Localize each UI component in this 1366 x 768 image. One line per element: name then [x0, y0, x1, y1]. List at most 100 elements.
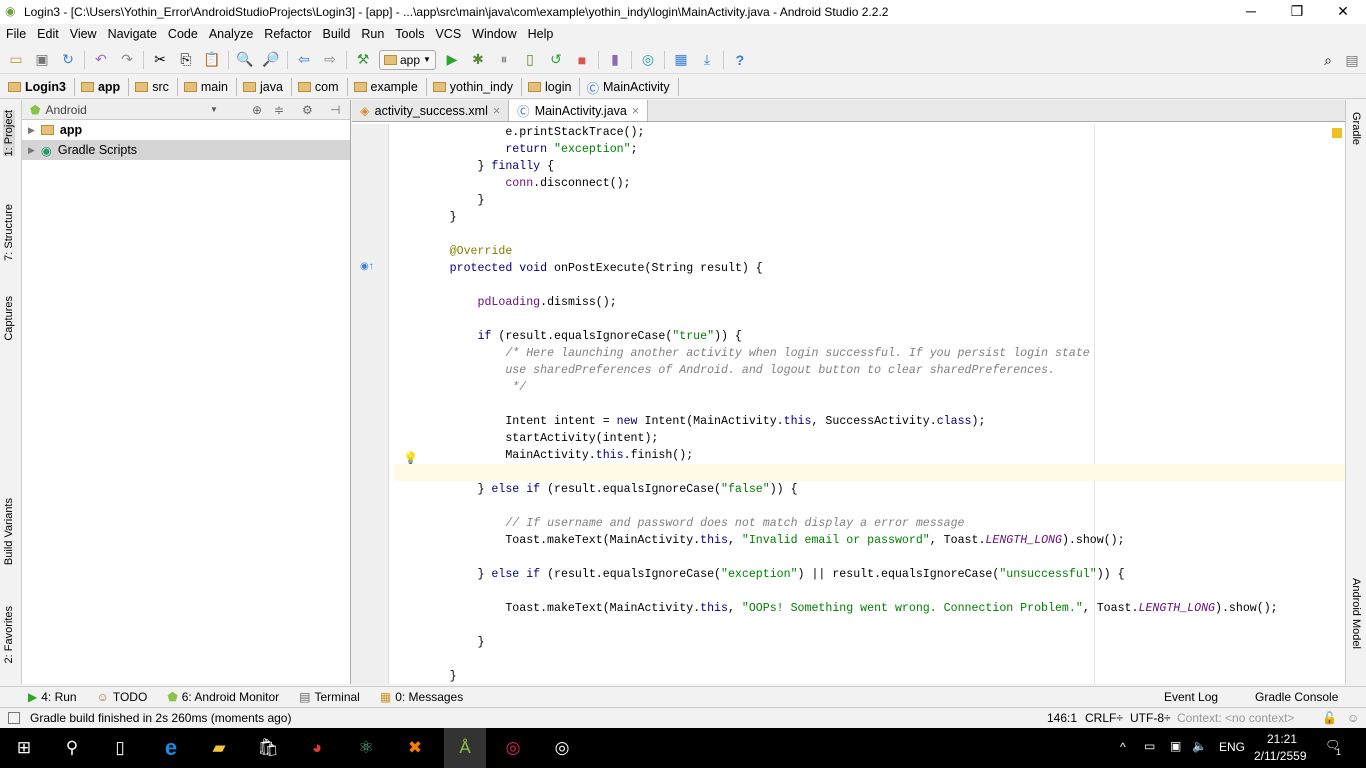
- edge-icon[interactable]: e: [155, 733, 187, 763]
- project-structure-icon[interactable]: ▦: [671, 50, 691, 70]
- redo-icon[interactable]: ↷: [117, 50, 137, 70]
- chevron-down-icon[interactable]: ▼: [210, 105, 218, 114]
- tab-main-activity-java[interactable]: Ⓒ MainActivity.java ×: [509, 100, 649, 121]
- tab-activity-success-xml[interactable]: ◈ activity_success.xml ×: [352, 100, 510, 121]
- task-view-icon[interactable]: ▯: [104, 733, 136, 763]
- tab-build-variants[interactable]: Build Variants: [3, 498, 15, 565]
- run-config-select[interactable]: app ▼: [379, 49, 436, 70]
- tab-structure[interactable]: 7: Structure: [3, 204, 15, 261]
- android-studio-taskbar-icon[interactable]: Å: [444, 728, 486, 768]
- tool-tab-gradle-console[interactable]: Gradle Console: [1255, 690, 1338, 704]
- back-icon[interactable]: ⇦: [294, 50, 314, 70]
- chrome-icon[interactable]: ◕: [301, 733, 333, 763]
- breadcrumb-item[interactable]: com: [297, 78, 348, 96]
- start-icon[interactable]: ⊞: [8, 733, 40, 763]
- analysis-status-icon[interactable]: [1332, 128, 1342, 138]
- show-hidden-icons[interactable]: ^: [1120, 740, 1126, 754]
- breadcrumb-item[interactable]: src: [135, 78, 178, 96]
- toggle-tool-windows-icon[interactable]: [8, 712, 20, 724]
- clock-date[interactable]: 2/11/2559: [1254, 749, 1307, 763]
- menu-build[interactable]: Build: [323, 27, 351, 41]
- tree-item-gradle-scripts[interactable]: ▶ ◉ Gradle Scripts: [22, 140, 350, 160]
- tool-tab-todo[interactable]: ☺ TODO: [97, 690, 148, 704]
- power-icon[interactable]: ▭: [1144, 739, 1155, 753]
- file-encoding[interactable]: UTF-8÷: [1130, 711, 1171, 725]
- gear-icon[interactable]: ⚙: [302, 103, 313, 117]
- menu-navigate[interactable]: Navigate: [108, 27, 157, 41]
- attach-debugger-icon[interactable]: ⏸: [494, 50, 514, 70]
- menu-help[interactable]: Help: [528, 27, 554, 41]
- volume-icon[interactable]: 🔈: [1192, 739, 1207, 753]
- minimize-button[interactable]: ─: [1228, 0, 1274, 24]
- stop-icon[interactable]: ■: [572, 50, 592, 70]
- tab-gradle[interactable]: Gradle: [1350, 112, 1362, 145]
- save-icon[interactable]: ▣: [32, 50, 52, 70]
- scroll-from-source-icon[interactable]: ⊕: [252, 103, 262, 117]
- menu-tools[interactable]: Tools: [395, 27, 424, 41]
- breadcrumb-item[interactable]: main: [183, 78, 237, 96]
- close-button[interactable]: ✕: [1320, 0, 1366, 24]
- cut-icon[interactable]: ✂: [150, 50, 170, 70]
- replace-icon[interactable]: 🔎: [261, 50, 281, 70]
- file-explorer-icon[interactable]: ▰: [203, 733, 235, 763]
- tool-tab-run[interactable]: ▶ 4: Run: [28, 690, 77, 704]
- search-everywhere-icon[interactable]: ⌕: [1318, 50, 1338, 70]
- editor-gutter[interactable]: ◉↑ 💡: [352, 124, 418, 684]
- restore-button[interactable]: ❐: [1274, 0, 1320, 24]
- app-icon-2[interactable]: ◎: [546, 733, 578, 763]
- tree-item-app[interactable]: ▶ app: [22, 120, 350, 140]
- rerun-icon[interactable]: ↺: [546, 50, 566, 70]
- clock-time[interactable]: 21:21: [1267, 732, 1297, 746]
- expand-icon[interactable]: ▶: [28, 145, 35, 156]
- make-project-icon[interactable]: ⚒: [353, 50, 373, 70]
- inspector-icon[interactable]: ☺: [1347, 711, 1359, 725]
- tool-tab-event-log[interactable]: Event Log: [1164, 690, 1218, 704]
- tab-favorites[interactable]: 2: Favorites: [3, 606, 15, 663]
- layout-icon[interactable]: ▤: [1342, 50, 1362, 70]
- menu-analyze[interactable]: Analyze: [209, 27, 253, 41]
- breadcrumb-item[interactable]: yothin_indy: [432, 78, 523, 96]
- expand-icon[interactable]: ▶: [28, 125, 35, 136]
- tab-captures[interactable]: Captures: [3, 296, 15, 341]
- close-tab-icon[interactable]: ×: [632, 104, 639, 118]
- atom-icon[interactable]: ⚛: [350, 733, 382, 763]
- lock-icon[interactable]: 🔓: [1322, 711, 1337, 725]
- forward-icon[interactable]: ⇨: [320, 50, 340, 70]
- apply-changes-icon[interactable]: ▯: [520, 50, 540, 70]
- code-area[interactable]: e.printStackTrace(); return "exception";…: [394, 124, 1345, 684]
- caret-position[interactable]: 146:1: [1047, 711, 1077, 725]
- project-view-select[interactable]: Android: [45, 103, 86, 117]
- tab-android-model[interactable]: Android Model: [1350, 578, 1362, 649]
- breadcrumb-item[interactable]: Ⓒ MainActivity: [586, 78, 679, 96]
- menu-vcs[interactable]: VCS: [435, 27, 461, 41]
- language-indicator[interactable]: ENG: [1219, 740, 1245, 754]
- find-icon[interactable]: 🔍: [235, 50, 255, 70]
- store-icon[interactable]: 🛍: [252, 733, 284, 763]
- breadcrumb-item[interactable]: Login3: [8, 78, 75, 96]
- avd-manager-icon[interactable]: ▮: [605, 50, 625, 70]
- breadcrumb-item[interactable]: login: [528, 78, 581, 96]
- close-tab-icon[interactable]: ×: [493, 104, 500, 118]
- paste-icon[interactable]: 📋: [202, 50, 222, 70]
- menu-window[interactable]: Window: [472, 27, 516, 41]
- tool-tab-androidmonitor[interactable]: ⬟ 6: Android Monitor: [167, 690, 279, 704]
- menu-edit[interactable]: Edit: [37, 27, 59, 41]
- sdk-manager-icon[interactable]: ⤓: [697, 50, 717, 70]
- network-icon[interactable]: ▣: [1170, 739, 1181, 753]
- copy-icon[interactable]: ⎘: [176, 50, 196, 70]
- menu-file[interactable]: File: [6, 27, 26, 41]
- xampp-icon[interactable]: ✖: [399, 733, 431, 763]
- breadcrumb-item[interactable]: java: [242, 78, 292, 96]
- tool-tab-messages[interactable]: ▦ 0: Messages: [380, 690, 463, 704]
- menu-refactor[interactable]: Refactor: [264, 27, 311, 41]
- debug-icon[interactable]: ✱: [468, 50, 488, 70]
- run-icon[interactable]: ▶: [442, 50, 462, 70]
- help-icon[interactable]: ?: [730, 50, 750, 70]
- hide-panel-icon[interactable]: ⊣: [330, 103, 340, 117]
- app-icon-1[interactable]: ◎: [497, 733, 529, 763]
- open-icon[interactable]: ▭: [6, 50, 26, 70]
- breadcrumb-item[interactable]: example: [353, 78, 427, 96]
- tool-tab-terminal[interactable]: ▤ Terminal: [299, 690, 360, 704]
- menu-run[interactable]: Run: [361, 27, 384, 41]
- breadcrumb-item[interactable]: app: [80, 78, 130, 96]
